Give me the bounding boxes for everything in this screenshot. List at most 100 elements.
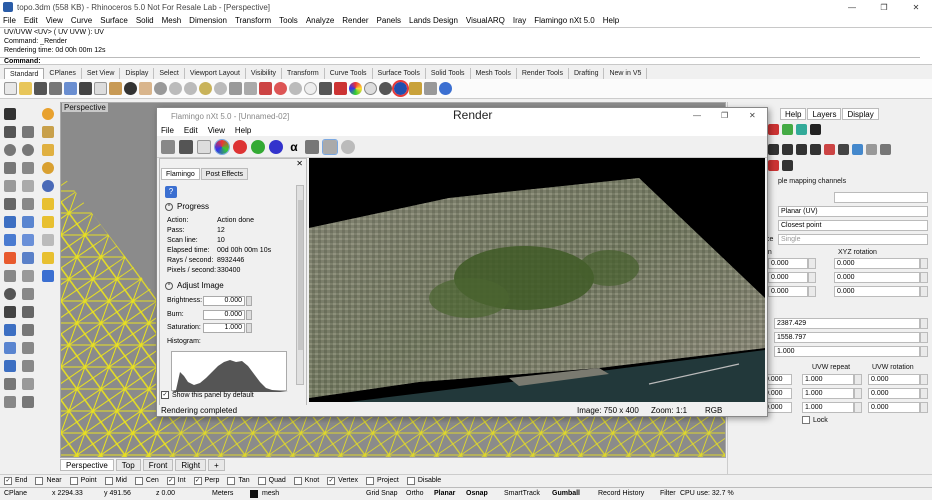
flamingo-copy-icon[interactable] xyxy=(197,139,211,154)
rotation-z-spinner[interactable] xyxy=(920,286,928,297)
tab-render-tools[interactable]: Render Tools xyxy=(517,68,569,79)
minimize-button[interactable]: — xyxy=(836,3,868,12)
tab-cplanes[interactable]: CPlanes xyxy=(44,68,82,79)
arc-icon[interactable] xyxy=(22,144,34,156)
osnap-cen[interactable]: Cen xyxy=(134,476,159,485)
position-x-spinner[interactable] xyxy=(808,258,816,269)
size-x-spinner[interactable] xyxy=(920,318,928,329)
osnap-tan[interactable]: Tan xyxy=(227,476,250,485)
menu-mesh[interactable]: Mesh xyxy=(162,16,182,25)
projection-select[interactable]: Planar (UV) xyxy=(778,206,928,217)
current-layer[interactable]: mesh xyxy=(262,490,279,497)
adjust-image-section-header[interactable]: ^ Adjust Image xyxy=(165,281,224,290)
fillet-icon[interactable] xyxy=(4,342,16,354)
add-viewport-button[interactable]: + xyxy=(208,458,225,471)
osnap-cen-checkbox[interactable] xyxy=(134,476,143,485)
saturation-spinner[interactable] xyxy=(246,323,252,333)
flamingo-menu-help[interactable]: Help xyxy=(235,126,251,135)
osnap-near[interactable]: Near xyxy=(35,476,62,485)
osnap-mid[interactable]: Mid xyxy=(104,476,127,485)
osnap-project[interactable]: Project xyxy=(366,476,399,485)
flamingo-menu-file[interactable]: File xyxy=(161,126,174,135)
tab-layers[interactable]: Layers xyxy=(807,108,842,120)
lock-checkbox[interactable] xyxy=(802,416,810,424)
tools-icon[interactable] xyxy=(322,138,338,155)
menu-dimension[interactable]: Dimension xyxy=(189,16,227,25)
smarttrack-toggle[interactable]: SmartTrack xyxy=(500,490,544,497)
osnap-int[interactable]: ✓ Int xyxy=(166,476,186,485)
close-button[interactable]: ✕ xyxy=(900,3,932,12)
undo-icon[interactable] xyxy=(124,82,137,95)
tab-help[interactable]: Help xyxy=(780,108,807,120)
dimension-tool-icon[interactable] xyxy=(4,378,16,390)
join-icon[interactable] xyxy=(4,324,16,336)
grid-snap-toggle[interactable]: Grid Snap xyxy=(362,490,402,497)
tab-right[interactable]: Right xyxy=(175,458,207,471)
help-icon[interactable] xyxy=(439,82,452,95)
osnap-project-checkbox[interactable] xyxy=(366,476,375,485)
map-icon-8[interactable] xyxy=(866,144,877,155)
save-icon[interactable] xyxy=(34,82,47,95)
tab-mesh-tools[interactable]: Mesh Tools xyxy=(471,68,517,79)
menu-tools[interactable]: Tools xyxy=(279,16,298,25)
green-channel-icon[interactable] xyxy=(251,139,265,154)
grid-icon[interactable] xyxy=(244,82,257,95)
flamingo-save-icon[interactable] xyxy=(179,139,193,154)
rectangle-icon[interactable] xyxy=(4,162,16,174)
osnap-tan-checkbox[interactable] xyxy=(227,476,236,485)
menu-file[interactable]: File xyxy=(3,16,16,25)
position-y-field[interactable]: 0.000 xyxy=(768,272,808,283)
material-dark-icon[interactable] xyxy=(810,124,821,135)
rhino-ball-icon[interactable] xyxy=(42,162,54,174)
sphere-tool-icon[interactable] xyxy=(22,234,34,246)
import-icon[interactable] xyxy=(64,82,77,95)
split-icon[interactable] xyxy=(22,306,34,318)
curve-icon[interactable] xyxy=(22,126,34,138)
map-icon-2[interactable] xyxy=(782,144,793,155)
lock-icon[interactable] xyxy=(319,82,332,95)
tab-surface-tools[interactable]: Surface Tools xyxy=(373,68,426,79)
trim-icon[interactable] xyxy=(4,306,16,318)
render-sphere-icon[interactable] xyxy=(379,82,392,95)
position-z-field[interactable]: 0.000 xyxy=(768,286,808,297)
uvw-rotation-w-spinner[interactable] xyxy=(920,402,928,413)
copy-icon[interactable] xyxy=(94,82,107,95)
tab-post-effects[interactable]: Post Effects xyxy=(200,168,249,180)
material-teal-icon[interactable] xyxy=(796,124,807,135)
flamingo-render-icon[interactable] xyxy=(392,80,409,97)
osnap-mid-checkbox[interactable] xyxy=(104,476,113,485)
move-icon[interactable] xyxy=(4,270,16,282)
position-y-spinner[interactable] xyxy=(808,272,816,283)
map-icon-9[interactable] xyxy=(880,144,891,155)
zoom-extents-icon[interactable] xyxy=(199,82,212,95)
material-tool-icon[interactable] xyxy=(42,126,54,138)
stop-render-icon[interactable] xyxy=(341,139,355,154)
tab-flamingo[interactable]: Flamingo xyxy=(161,168,200,180)
osnap-disable-checkbox[interactable] xyxy=(406,476,415,485)
menu-surface[interactable]: Surface xyxy=(100,16,128,25)
cplane-indicator[interactable]: CPlane xyxy=(4,490,27,497)
record-history-toggle[interactable]: Record History xyxy=(594,490,648,497)
saturation-field[interactable]: 1.000 xyxy=(203,323,245,333)
uvw-repeat-w-field[interactable]: 1.000 xyxy=(802,402,854,413)
material-swatch-icon[interactable] xyxy=(768,124,779,135)
rotation-y-spinner[interactable] xyxy=(920,272,928,283)
cap-icon[interactable] xyxy=(4,360,16,372)
menu-edit[interactable]: Edit xyxy=(24,16,38,25)
flamingo-minimize-button[interactable]: — xyxy=(693,111,701,120)
menu-analyze[interactable]: Analyze xyxy=(306,16,334,25)
shade-icon[interactable] xyxy=(274,82,287,95)
extrude-icon[interactable] xyxy=(22,198,34,210)
menu-render[interactable]: Render xyxy=(342,16,368,25)
red-channel-icon[interactable] xyxy=(233,139,247,154)
macro-icon[interactable] xyxy=(42,108,54,120)
tab-standard[interactable]: Standard xyxy=(4,68,45,79)
tab-select[interactable]: Select xyxy=(154,68,185,79)
lightbulb-icon[interactable] xyxy=(304,82,317,95)
menu-flamingo[interactable]: Flamingo nXt 5.0 xyxy=(534,16,594,25)
size-y-spinner[interactable] xyxy=(920,332,928,343)
array-icon[interactable] xyxy=(22,342,34,354)
osnap-disable[interactable]: Disable xyxy=(406,476,441,485)
rotation-x-spinner[interactable] xyxy=(920,258,928,269)
tab-set-view[interactable]: Set View xyxy=(82,68,121,79)
